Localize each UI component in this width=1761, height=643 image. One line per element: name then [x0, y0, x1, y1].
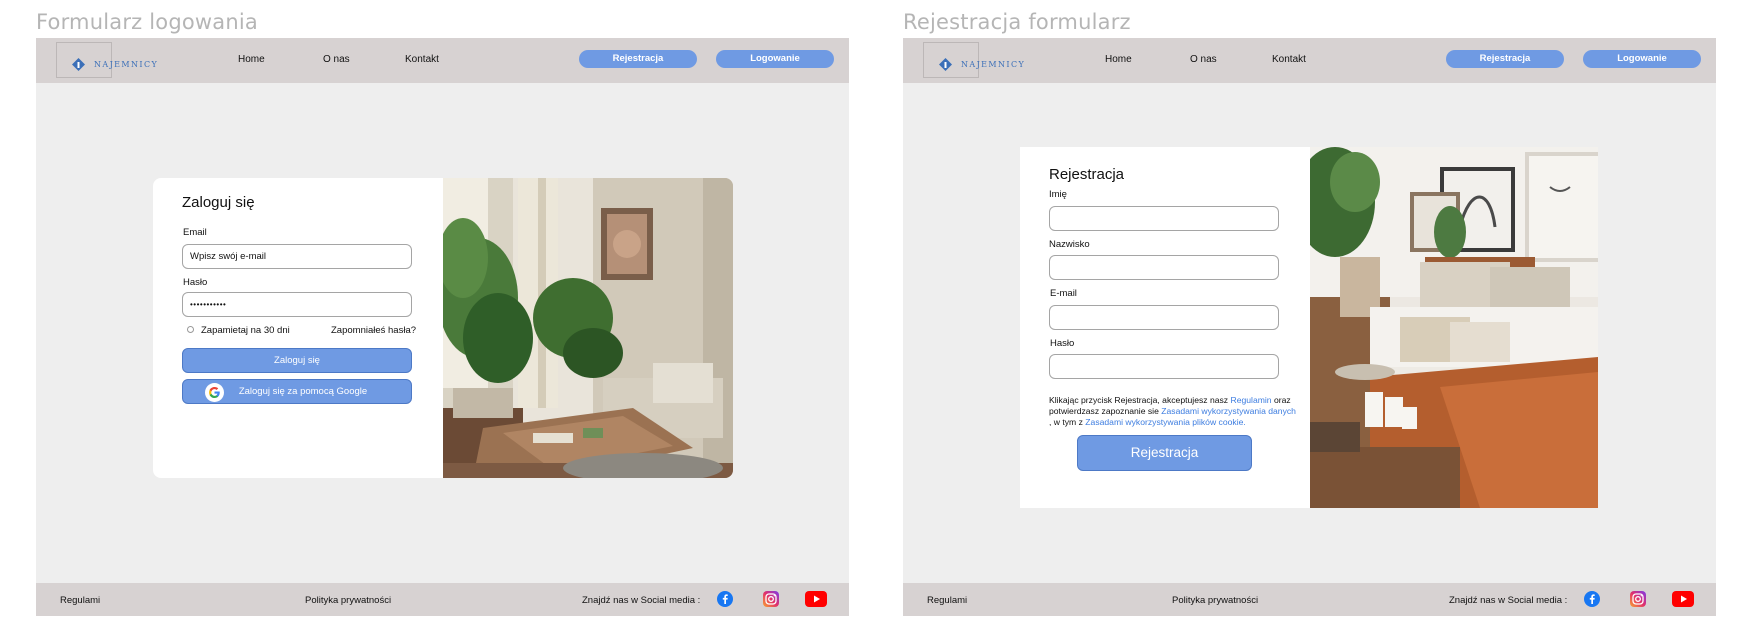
footer-privacy-link[interactable]: Polityka prywatności — [1172, 595, 1258, 606]
remember-label: Zapamietaj na 30 dni — [201, 325, 290, 336]
email-label: E-mail — [1050, 288, 1077, 299]
logo-text: NAJEMNICY — [94, 60, 159, 69]
last-name-label: Nazwisko — [1049, 239, 1090, 250]
register-title: Rejestracja — [1049, 166, 1125, 183]
nav-link-home[interactable]: Home — [1105, 54, 1132, 65]
register-frame: NAJEMNICY Home O nas Kontakt Rejestracja… — [903, 38, 1716, 616]
facebook-icon[interactable] — [1584, 591, 1600, 607]
bedroom-illustration — [1310, 147, 1598, 508]
login-nav-button[interactable]: Logowanie — [716, 50, 834, 68]
email-label: Email — [183, 227, 207, 238]
login-submit-label: Zaloguj się — [274, 355, 320, 366]
register-card: Rejestracja Imię Nazwisko E-mail Hasło K… — [1020, 147, 1598, 508]
logo[interactable]: NAJEMNICY — [56, 42, 157, 78]
logo[interactable]: NAJEMNICY — [923, 42, 1024, 78]
logo-house-icon — [939, 58, 952, 71]
login-frame-title: Formularz logowania — [36, 10, 258, 34]
footer: Regulami Polityka prywatności Znajdź nas… — [36, 583, 849, 616]
password-input[interactable]: ••••••••••• — [182, 292, 412, 317]
google-icon — [205, 383, 224, 402]
nav-link-contact[interactable]: Kontakt — [1272, 54, 1306, 65]
footer-terms-link[interactable]: Regulami — [60, 595, 100, 606]
footer-terms-link[interactable]: Regulami — [927, 595, 967, 606]
password-input[interactable] — [1049, 354, 1279, 379]
navbar: NAJEMNICY Home O nas Kontakt Rejestracja… — [903, 38, 1716, 83]
password-label: Hasło — [183, 277, 208, 288]
logo-house-icon — [72, 58, 85, 71]
facebook-icon[interactable] — [717, 591, 733, 607]
terms-regulamin-link[interactable]: Regulamin — [1231, 395, 1272, 405]
youtube-icon[interactable] — [1672, 591, 1694, 607]
register-submit-label: Rejestracja — [1130, 445, 1199, 460]
google-login-label: Zaloguj się za pomocą Google — [238, 386, 368, 397]
login-card: Zaloguj się Email Wpisz swój e-mail Hasł… — [153, 178, 733, 478]
terms-cookie-policy-link[interactable]: Zasadami wykorzystywania plików cookie. — [1085, 417, 1245, 427]
bedroom-photo — [1310, 147, 1598, 508]
footer-social-label: Znajdź nas w Social media : — [1449, 595, 1568, 606]
logo-text: NAJEMNICY — [961, 60, 1026, 69]
login-nav-button[interactable]: Logowanie — [1583, 50, 1701, 68]
terms-data-policy-link[interactable]: Zasadami wykorzystywania danych — [1161, 406, 1296, 416]
footer-social-label: Znajdź nas w Social media : — [582, 595, 701, 606]
youtube-icon[interactable] — [805, 591, 827, 607]
nav-link-home[interactable]: Home — [238, 54, 265, 65]
password-label: Hasło — [1050, 338, 1075, 349]
nav-link-about[interactable]: O nas — [1190, 54, 1217, 65]
register-submit-button[interactable]: Rejestracja — [1077, 435, 1252, 471]
first-name-label: Imię — [1049, 189, 1067, 200]
living-room-illustration — [443, 178, 733, 478]
login-title: Zaloguj się — [182, 194, 255, 211]
register-nav-button[interactable]: Rejestracja — [579, 50, 697, 68]
last-name-input[interactable] — [1049, 255, 1279, 280]
footer: Regulami Polityka prywatności Znajdź nas… — [903, 583, 1716, 616]
email-input[interactable]: Wpisz swój e-mail — [182, 244, 412, 269]
terms-text-part-1: Klikając przycisk Rejestracja, akceptuje… — [1049, 395, 1231, 405]
login-submit-button[interactable]: Zaloguj się — [182, 348, 412, 373]
nav-link-about[interactable]: O nas — [323, 54, 350, 65]
terms-text-part-3: , w tym z — [1049, 417, 1086, 427]
google-login-button[interactable]: Zaloguj się za pomocą Google — [182, 379, 412, 404]
email-input[interactable] — [1049, 305, 1279, 330]
instagram-icon[interactable] — [763, 591, 779, 607]
navbar: NAJEMNICY Home O nas Kontakt Rejestracja… — [36, 38, 849, 83]
login-frame: NAJEMNICY Home O nas Kontakt Rejestracja… — [36, 38, 849, 616]
first-name-input[interactable] — [1049, 206, 1279, 231]
footer-privacy-link[interactable]: Polityka prywatności — [305, 595, 391, 606]
terms-text: Klikając przycisk Rejestracja, akceptuje… — [1049, 395, 1299, 428]
remember-radio[interactable] — [187, 326, 194, 333]
register-frame-title: Rejestracja formularz — [903, 10, 1131, 34]
living-room-photo — [443, 178, 733, 478]
nav-link-contact[interactable]: Kontakt — [405, 54, 439, 65]
forgot-password-link[interactable]: Zapomniałeś hasła? — [331, 325, 416, 336]
instagram-icon[interactable] — [1630, 591, 1646, 607]
register-nav-button[interactable]: Rejestracja — [1446, 50, 1564, 68]
